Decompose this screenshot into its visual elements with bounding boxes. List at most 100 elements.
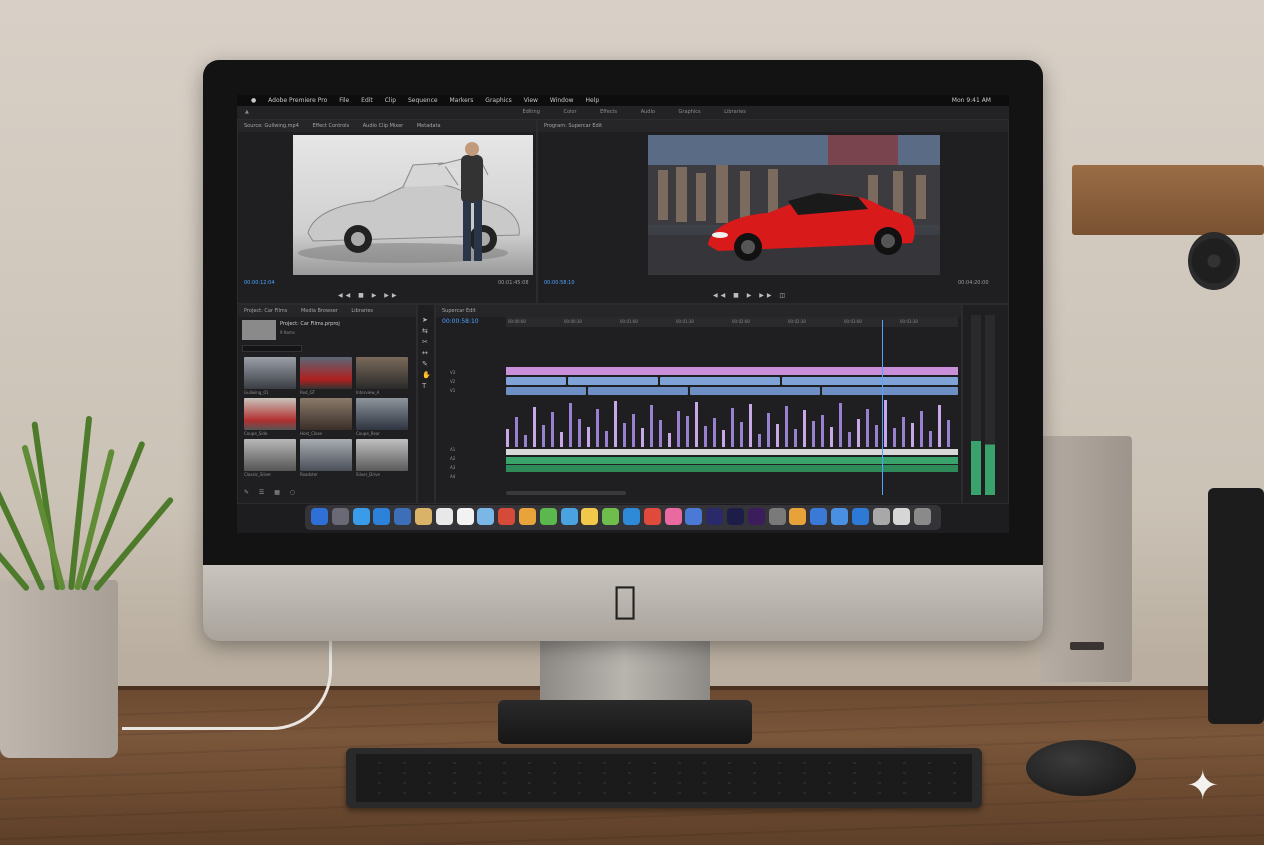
- track-label[interactable]: V2: [450, 377, 455, 386]
- audio-track-a3[interactable]: [506, 465, 958, 472]
- project-footer-controls[interactable]: ✎ ☰ ▦ ○: [244, 489, 299, 496]
- workspace-effects[interactable]: Effects: [600, 109, 617, 115]
- dock-app-icon[interactable]: [539, 508, 557, 525]
- dock-app-icon[interactable]: [685, 508, 703, 525]
- project-thumb[interactable]: [300, 357, 352, 389]
- track-label[interactable]: V1: [450, 386, 455, 395]
- video-clip[interactable]: [506, 387, 586, 395]
- workspace-libraries[interactable]: Libraries: [724, 109, 746, 115]
- dock-app-icon[interactable]: [435, 508, 453, 525]
- menu-sequence[interactable]: Sequence: [408, 97, 438, 104]
- waveform-bar: [929, 431, 932, 447]
- home-icon[interactable]: ▲: [245, 109, 249, 115]
- dock-app-icon[interactable]: [311, 508, 328, 525]
- dock-app-icon[interactable]: [560, 508, 578, 525]
- tab-effect-controls[interactable]: Effect Controls: [313, 123, 350, 129]
- project-thumb[interactable]: [300, 439, 352, 471]
- track-label[interactable]: A2: [450, 454, 455, 463]
- track-label[interactable]: V3: [450, 368, 455, 377]
- tab-timeline[interactable]: Supercar Edit: [442, 308, 476, 314]
- dock-app-icon[interactable]: [519, 508, 536, 525]
- dock-app-icon[interactable]: [872, 508, 890, 525]
- dock-app-icon[interactable]: [352, 508, 370, 525]
- workspace-graphics[interactable]: Graphics: [679, 109, 701, 115]
- dock-app-icon[interactable]: [747, 508, 765, 525]
- dock-app-icon[interactable]: [768, 508, 786, 525]
- tab-project[interactable]: Project: Car Films: [244, 308, 287, 314]
- workspace-audio[interactable]: Audio: [641, 109, 655, 115]
- menu-clip[interactable]: Clip: [385, 97, 396, 104]
- dock-app-icon[interactable]: [893, 508, 911, 525]
- program-transport-controls[interactable]: ◀◀ ■ ▶ ▶▶ ◫: [713, 292, 788, 299]
- menu-help[interactable]: Help: [585, 97, 599, 104]
- menu-app-name[interactable]: Adobe Premiere Pro: [268, 97, 327, 104]
- dock-app-icon[interactable]: [415, 508, 432, 525]
- tools-icons[interactable]: ➤ ⇆ ✂ ↔ ✎ ✋ T: [422, 315, 431, 392]
- video-clip[interactable]: [506, 377, 566, 385]
- dock-app-icon[interactable]: [331, 508, 349, 525]
- workspace-color[interactable]: Color: [563, 109, 576, 115]
- dock-app-icon[interactable]: [643, 508, 661, 525]
- tab-libraries[interactable]: Libraries: [351, 308, 373, 314]
- video-clip[interactable]: [822, 387, 958, 395]
- track-label[interactable]: A3: [450, 463, 455, 472]
- project-thumb[interactable]: [356, 439, 408, 471]
- menu-view[interactable]: View: [524, 97, 538, 104]
- workspace-editing[interactable]: Editing: [522, 109, 539, 115]
- dock-app-icon[interactable]: [831, 508, 848, 525]
- project-preview-thumb: [242, 320, 276, 340]
- dock-app-icon[interactable]: [810, 508, 828, 525]
- timeline-ruler[interactable]: 00:00:00 00:00:30 00:01:00 00:01:30 00:0…: [506, 317, 958, 327]
- track-label[interactable]: A1: [450, 445, 455, 454]
- menu-edit[interactable]: Edit: [361, 97, 373, 104]
- apple-menu-icon[interactable]: ●: [251, 97, 256, 104]
- dock-app-icon[interactable]: [456, 508, 474, 525]
- dock-app-icon[interactable]: [664, 508, 682, 525]
- audio-track-a2[interactable]: [506, 457, 958, 464]
- video-clip[interactable]: [588, 387, 688, 395]
- dock-app-icon[interactable]: [373, 508, 391, 525]
- dock-app-icon[interactable]: [706, 508, 724, 525]
- dock-app-icon[interactable]: [851, 508, 869, 525]
- title-track-clip[interactable]: [506, 367, 958, 375]
- dock-app-icon[interactable]: [498, 508, 516, 525]
- project-thumb[interactable]: [300, 398, 352, 430]
- project-tabs: Project: Car Films Media Browser Librari…: [238, 305, 416, 317]
- tab-audio-clip-mixer[interactable]: Audio Clip Mixer: [363, 123, 403, 129]
- tab-media-browser[interactable]: Media Browser: [301, 308, 338, 314]
- waveform-bar: [902, 417, 905, 447]
- audio-waveform-clips[interactable]: [506, 397, 958, 447]
- project-thumb[interactable]: [244, 398, 296, 430]
- project-search-input[interactable]: [242, 345, 302, 352]
- source-transport-controls[interactable]: ◀◀ ■ ▶ ▶▶: [338, 292, 399, 299]
- tab-source[interactable]: Source: Gullwing.mp4: [244, 123, 299, 129]
- dock-app-icon[interactable]: [914, 508, 932, 525]
- tab-program[interactable]: Program: Supercar Edit: [544, 123, 602, 129]
- project-thumb[interactable]: [244, 357, 296, 389]
- audio-track-a1[interactable]: [506, 449, 958, 455]
- dock-app-icon[interactable]: [602, 508, 620, 525]
- menu-window[interactable]: Window: [550, 97, 574, 104]
- timeline-scrollbar[interactable]: [506, 491, 626, 495]
- waveform-bar: [668, 433, 671, 447]
- video-clip[interactable]: [690, 387, 820, 395]
- project-thumb[interactable]: [244, 439, 296, 471]
- menu-file[interactable]: File: [339, 97, 349, 104]
- dock-app-icon[interactable]: [727, 508, 744, 525]
- menu-markers[interactable]: Markers: [450, 97, 474, 104]
- video-clip[interactable]: [660, 377, 780, 385]
- dock-app-icon[interactable]: [623, 508, 640, 525]
- project-thumb[interactable]: [356, 357, 408, 389]
- dock-app-icon[interactable]: [477, 508, 495, 525]
- tab-metadata[interactable]: Metadata: [417, 123, 441, 129]
- track-label[interactable]: A4: [450, 472, 455, 481]
- video-clip[interactable]: [782, 377, 958, 385]
- dock-app-icon[interactable]: [581, 508, 599, 525]
- dock-app-icon[interactable]: [394, 508, 412, 525]
- menu-graphics[interactable]: Graphics: [485, 97, 512, 104]
- video-clip[interactable]: [568, 377, 658, 385]
- project-thumb[interactable]: [356, 398, 408, 430]
- waveform-bar: [794, 429, 797, 447]
- dock-app-icon[interactable]: [789, 508, 807, 525]
- timeline-playhead[interactable]: [882, 320, 883, 495]
